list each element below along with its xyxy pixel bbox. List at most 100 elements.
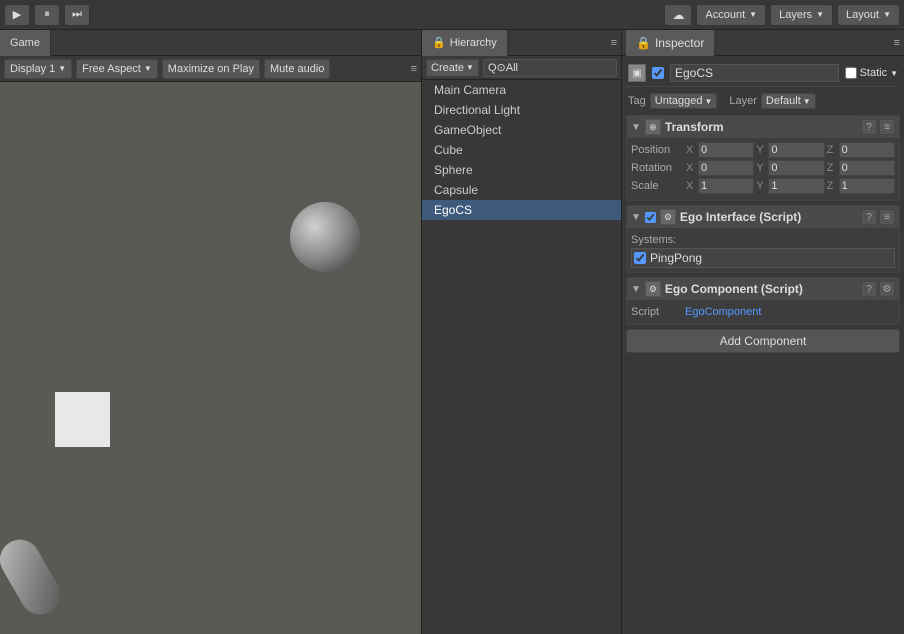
list-item[interactable]: Main Camera: [422, 80, 621, 100]
x-label: X: [686, 144, 696, 156]
pingpong-label: PingPong: [650, 251, 702, 265]
tab-game[interactable]: Game: [0, 30, 51, 56]
ego-component-edit-btn[interactable]: ?: [861, 281, 877, 297]
transform-icon: ⊕: [645, 119, 661, 135]
capsule-object: [0, 532, 67, 621]
tag-layer-row: Tag Untagged ▼ Layer Default ▼: [626, 91, 900, 111]
main-content: Game Display 1 ▼ Free Aspect ▼ Maximize …: [0, 30, 904, 634]
systems-label: Systems:: [631, 232, 895, 248]
position-z-input[interactable]: [839, 142, 895, 158]
ego-component-icon: ⚙: [645, 281, 661, 297]
inspector-tab-bar: 🔒 Inspector ≡: [622, 30, 904, 56]
tag-chevron-icon: ▼: [704, 97, 712, 106]
layers-dropdown[interactable]: Layers ▼: [770, 4, 833, 26]
list-item[interactable]: Directional Light: [422, 100, 621, 120]
ry-label: Y: [756, 162, 766, 174]
ego-component-arrow-icon: ▼: [631, 284, 641, 295]
hierarchy-search[interactable]: Q⊙All: [483, 59, 617, 77]
inspector-icons: ≡: [894, 37, 900, 49]
hierarchy-list: Main Camera Directional Light GameObject…: [422, 80, 621, 634]
account-dropdown[interactable]: Account ▼: [696, 4, 766, 26]
create-label: Create: [431, 62, 464, 74]
ego-component-menu-btn[interactable]: ⚙: [879, 281, 895, 297]
rotation-z-field: Z: [827, 160, 895, 176]
rotation-y-input[interactable]: [768, 160, 824, 176]
sz-label: Z: [827, 180, 837, 192]
list-item[interactable]: Cube: [422, 140, 621, 160]
position-row: Position X Y Z: [631, 142, 895, 158]
scale-label: Scale: [631, 180, 686, 192]
transform-body: Position X Y Z: [627, 138, 899, 200]
ego-interface-active-checkbox[interactable]: [645, 212, 656, 223]
layer-value: Default: [766, 95, 801, 107]
step-button[interactable]: ⏭: [64, 4, 90, 26]
static-chevron-icon: ▼: [890, 69, 898, 78]
tag-value: Untagged: [655, 95, 703, 107]
tab-inspector[interactable]: 🔒 Inspector: [626, 30, 714, 56]
mute-button[interactable]: Mute audio: [264, 59, 330, 79]
rotation-x-field: X: [686, 160, 754, 176]
layer-dropdown[interactable]: Default ▼: [761, 93, 816, 109]
object-active-checkbox[interactable]: [652, 67, 664, 79]
hierarchy-item-label: EgoCS: [434, 203, 472, 217]
pause-button[interactable]: ⏸: [34, 4, 60, 26]
rotation-z-input[interactable]: [839, 160, 895, 176]
rotation-y-field: Y: [756, 160, 824, 176]
tag-dropdown[interactable]: Untagged ▼: [650, 93, 718, 109]
list-item-selected[interactable]: EgoCS: [422, 200, 621, 220]
ego-interface-menu-btn[interactable]: ≡: [879, 209, 895, 225]
top-toolbar: ▶ ⏸ ⏭ ☁ Account ▼ Layers ▼ Layout ▼: [0, 0, 904, 30]
add-component-button[interactable]: Add Component: [626, 329, 900, 353]
ego-interface-arrow-icon: ▼: [631, 212, 641, 223]
ego-component-header[interactable]: ▼ ⚙ Ego Component (Script) ? ⚙: [627, 278, 899, 300]
transform-section: ▼ ⊕ Transform ? ≡ Position X: [626, 115, 900, 201]
scale-z-field: Z: [827, 178, 895, 194]
create-dropdown[interactable]: Create ▼: [426, 59, 479, 77]
hierarchy-item-label: GameObject: [434, 123, 501, 137]
position-z-field: Z: [827, 142, 895, 158]
transform-arrow-icon: ▼: [631, 122, 641, 133]
transform-header[interactable]: ▼ ⊕ Transform ? ≡: [627, 116, 899, 138]
transform-buttons: ? ≡: [861, 119, 895, 135]
transform-edit-btn[interactable]: ?: [861, 119, 877, 135]
game-toolbar: Display 1 ▼ Free Aspect ▼ Maximize on Pl…: [0, 56, 421, 82]
scale-z-input[interactable]: [839, 178, 895, 194]
layer-label: Layer: [729, 95, 757, 107]
static-checkbox[interactable]: [845, 67, 857, 79]
layout-dropdown[interactable]: Layout ▼: [837, 4, 900, 26]
transform-menu-btn[interactable]: ≡: [879, 119, 895, 135]
position-y-input[interactable]: [768, 142, 824, 158]
scale-x-input[interactable]: [698, 178, 754, 194]
tab-inspector-label: Inspector: [655, 36, 704, 50]
object-name-input[interactable]: [670, 64, 839, 82]
list-item[interactable]: Sphere: [422, 160, 621, 180]
pingpong-row: PingPong: [631, 248, 895, 268]
static-area: Static ▼: [845, 67, 898, 79]
scale-y-input[interactable]: [768, 178, 824, 194]
cloud-button[interactable]: ☁: [664, 4, 692, 26]
list-item[interactable]: Capsule: [422, 180, 621, 200]
display-dropdown[interactable]: Display 1 ▼: [4, 59, 72, 79]
layout-label: Layout: [846, 9, 879, 21]
tab-hierarchy[interactable]: 🔒 Hierarchy: [422, 30, 508, 56]
scale-y-field: Y: [756, 178, 824, 194]
maximize-button[interactable]: Maximize on Play: [162, 59, 260, 79]
ego-interface-edit-btn[interactable]: ?: [861, 209, 877, 225]
aspect-dropdown[interactable]: Free Aspect ▼: [76, 59, 158, 79]
hierarchy-menu-icon[interactable]: ≡: [611, 37, 621, 49]
hierarchy-item-label: Sphere: [434, 163, 473, 177]
position-x-input[interactable]: [698, 142, 754, 158]
game-menu-icon[interactable]: ≡: [411, 63, 417, 75]
ego-interface-header[interactable]: ▼ ⚙ Ego Interface (Script) ? ≡: [627, 206, 899, 228]
hierarchy-item-label: Capsule: [434, 183, 478, 197]
rotation-x-input[interactable]: [698, 160, 754, 176]
pingpong-checkbox[interactable]: [634, 252, 646, 264]
play-button[interactable]: ▶: [4, 4, 30, 26]
list-item[interactable]: GameObject: [422, 120, 621, 140]
inspector-content: ▣ Static ▼ Tag Untagged ▼ Layer Defaul: [622, 56, 904, 634]
ego-component-buttons: ? ⚙: [861, 281, 895, 297]
add-component-label: Add Component: [720, 334, 807, 348]
inspector-menu-icon[interactable]: ≡: [894, 37, 900, 49]
hierarchy-panel: 🔒 Hierarchy ≡ Create ▼ Q⊙All Main Camera…: [422, 30, 622, 634]
hierarchy-lock-icon: 🔒: [432, 36, 446, 49]
